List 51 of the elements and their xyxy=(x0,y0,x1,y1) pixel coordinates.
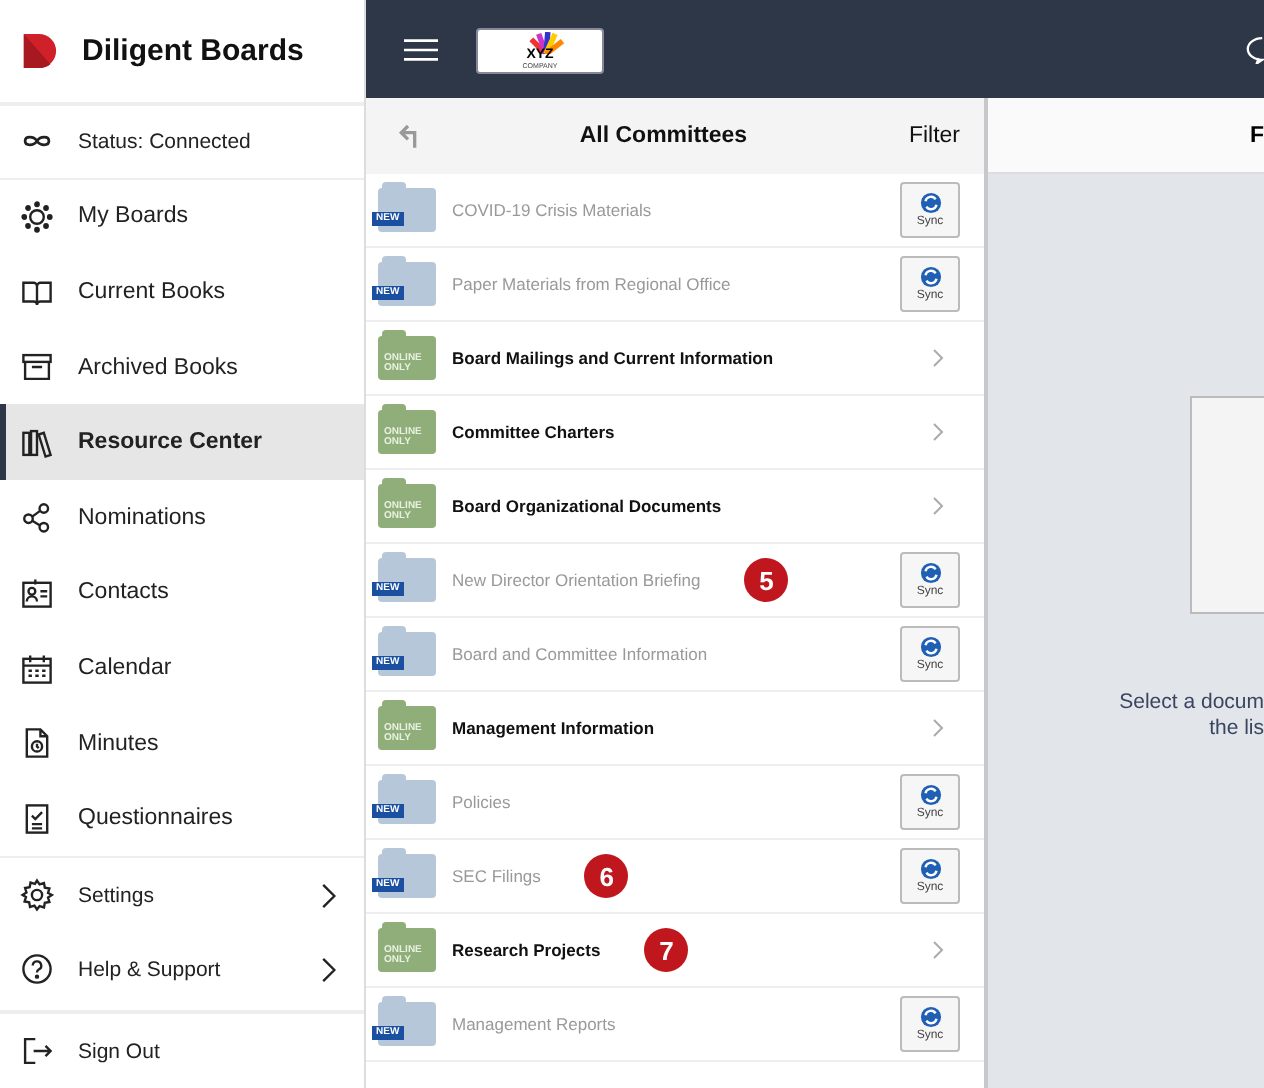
sync-icon xyxy=(919,192,941,214)
menu-icon[interactable] xyxy=(404,37,438,61)
chevron-right-icon xyxy=(932,940,944,960)
callout-marker: 6 xyxy=(584,854,629,898)
nav-item[interactable]: Contacts xyxy=(0,555,364,631)
footer-nav-item[interactable]: Settings xyxy=(0,858,364,932)
checklist-icon xyxy=(20,801,54,836)
sync-icon xyxy=(919,784,941,806)
status-label: Status: Connected xyxy=(78,129,251,154)
sync-icon xyxy=(919,1006,941,1028)
chevron-right-icon xyxy=(932,348,944,368)
viewer-message: Select a docum the lis xyxy=(1119,690,1264,742)
nav-item[interactable]: Archived Books xyxy=(0,329,364,405)
viewer-title: F xyxy=(1249,123,1264,147)
footer-nav-item[interactable]: Help & Support xyxy=(0,932,364,1006)
sun-icon xyxy=(20,199,54,234)
nav-item[interactable]: My Boards xyxy=(0,179,364,255)
logo-icon xyxy=(20,30,58,73)
app-title: Diligent Boards xyxy=(82,34,304,69)
color-fan-icon xyxy=(526,32,566,54)
signout-icon xyxy=(20,1034,54,1068)
archive-icon xyxy=(20,350,54,385)
calendar-icon xyxy=(20,651,54,686)
minutes-icon xyxy=(20,726,54,761)
chevron-right-icon xyxy=(320,955,336,983)
chevron-right-icon xyxy=(932,496,944,516)
footer-nav-item[interactable]: Sign Out xyxy=(0,1014,364,1088)
chat-icon[interactable] xyxy=(1246,34,1264,64)
nav-item[interactable]: Questionnaires xyxy=(0,780,364,856)
back-arrow-icon[interactable] xyxy=(398,124,418,148)
chevron-right-icon xyxy=(932,422,944,442)
gear-icon xyxy=(20,878,54,912)
sync-icon xyxy=(919,636,941,658)
nav-item[interactable]: Nominations xyxy=(0,480,364,556)
chevron-right-icon xyxy=(932,718,944,738)
chevron-right-icon xyxy=(320,881,336,909)
nav-item[interactable]: Resource Center xyxy=(0,404,364,481)
help-icon xyxy=(20,952,54,986)
callout-marker: 5 xyxy=(744,558,789,602)
list-title: All Committees xyxy=(577,124,750,148)
callout-marker: 7 xyxy=(644,928,689,972)
sync-icon xyxy=(919,858,941,880)
nav-item[interactable]: Calendar xyxy=(0,630,364,706)
library-icon xyxy=(20,425,54,460)
nav-item[interactable]: Current Books xyxy=(0,254,364,330)
nav-item[interactable]: Minutes xyxy=(0,705,364,781)
filter-button[interactable]: Filter xyxy=(908,124,960,148)
share-icon xyxy=(20,500,54,535)
sync-icon xyxy=(919,266,941,288)
sync-icon xyxy=(919,562,941,584)
contact-icon xyxy=(20,575,54,610)
